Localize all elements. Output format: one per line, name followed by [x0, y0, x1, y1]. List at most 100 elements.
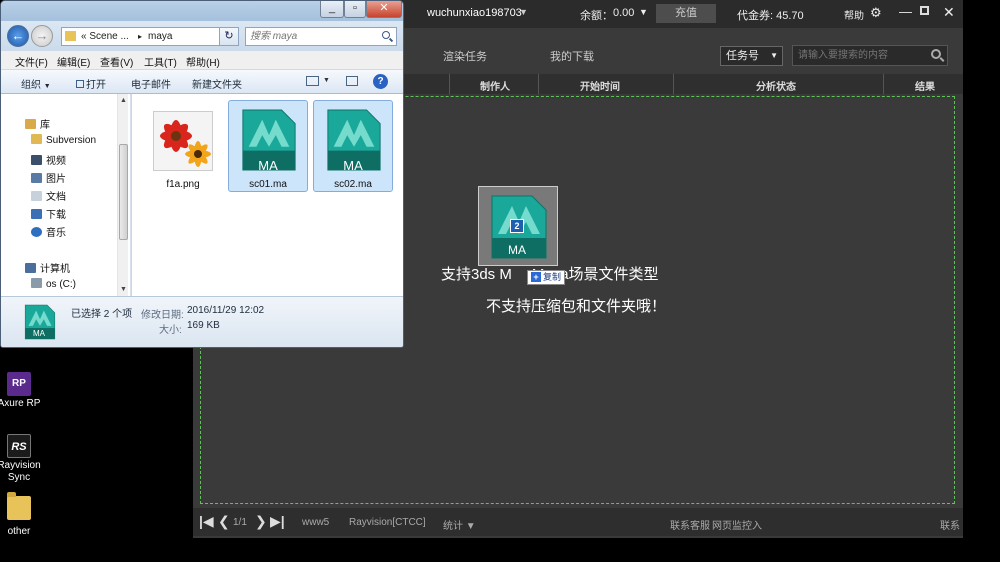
breadcrumb-current[interactable]: maya: [148, 28, 172, 45]
nav-scrollbar[interactable]: ▲ ▼: [117, 94, 128, 296]
explorer-nav-pane: 库 Subversion 视频 图片 文档 下载 音乐 计算机 os (C:) …: [1, 94, 131, 296]
refresh-icon[interactable]: ↻: [219, 27, 239, 46]
nav-item-library[interactable]: 库: [25, 116, 50, 131]
tab-my-downloads[interactable]: 我的下载: [550, 48, 594, 64]
nav-label: os (C:): [46, 279, 76, 290]
maximize-button[interactable]: ▫: [344, 1, 366, 18]
explorer-menu-bar: 文件(F) 编辑(E) 查看(V) 工具(T) 帮助(H): [1, 51, 403, 70]
username[interactable]: wuchunxiao198703: [427, 7, 522, 19]
file-item-sc02-ma[interactable]: MA sc02.ma: [313, 100, 393, 192]
scroll-thumb[interactable]: [119, 144, 128, 240]
column-divider: [673, 74, 674, 94]
contact-service-link[interactable]: 联系客服: [670, 517, 710, 532]
first-page-icon[interactable]: |◀: [199, 513, 214, 530]
back-icon[interactable]: ←: [7, 25, 29, 47]
explorer-address-bar: ← → « Scene ... ▸ maya ▼ ↻: [1, 21, 403, 51]
column-analysis-status[interactable]: 分析状态: [756, 78, 796, 93]
menu-view[interactable]: 查看(V): [100, 54, 133, 69]
picture-icon: [31, 173, 42, 183]
filter-select[interactable]: 任务号 ▼: [720, 46, 783, 66]
desktop-icon-other[interactable]: other: [0, 492, 42, 538]
column-producer[interactable]: 制作人: [480, 78, 510, 93]
page-indicator: 1/1: [233, 517, 247, 528]
nav-label: 计算机: [40, 264, 70, 275]
desktop-icon-label: other: [7, 526, 31, 537]
chevron-down-icon[interactable]: ▼: [639, 7, 648, 17]
file-item-f1a-png[interactable]: f1a.png: [143, 100, 223, 192]
minimize-button[interactable]: _: [320, 1, 344, 18]
column-divider: [883, 74, 884, 94]
help-link[interactable]: 帮助: [844, 7, 864, 22]
column-start-time[interactable]: 开始时间: [580, 78, 620, 93]
view-options-icon[interactable]: [306, 76, 319, 86]
nav-label: 视频: [46, 156, 66, 167]
web-monitor-link[interactable]: 网页监控入: [712, 517, 762, 532]
drop-hint-line2: 不支持压缩包和文件夹哦！: [486, 298, 667, 315]
stats-menu[interactable]: 统计 ▼: [443, 517, 476, 532]
nav-item-documents[interactable]: 文档: [31, 188, 66, 203]
search-icon[interactable]: [931, 49, 941, 59]
explorer-search[interactable]: [245, 27, 397, 46]
tab-render-tasks[interactable]: 渲染任务: [443, 48, 487, 64]
new-folder-button[interactable]: 新建文件夹: [192, 76, 242, 91]
copy-tooltip: + 复制: [527, 270, 566, 285]
maximize-icon[interactable]: [920, 6, 929, 15]
breadcrumb-parent[interactable]: « Scene ...: [81, 28, 129, 45]
column-result[interactable]: 结果: [915, 78, 935, 93]
chevron-down-icon[interactable]: ▼: [323, 77, 330, 84]
computer-icon: [25, 263, 36, 273]
open-label: 打开: [86, 80, 106, 91]
nav-item-pictures[interactable]: 图片: [31, 170, 66, 185]
organize-button[interactable]: 组织 ▼: [21, 76, 51, 91]
scroll-up-icon[interactable]: ▲: [120, 97, 127, 104]
nav-item-subversion[interactable]: Subversion: [31, 134, 96, 146]
desktop-icon-axure[interactable]: RP Axure RP: [0, 372, 42, 410]
menu-edit[interactable]: 编辑(E): [57, 54, 90, 69]
nav-item-downloads[interactable]: 下载: [31, 206, 66, 221]
minimize-icon[interactable]: —: [899, 4, 912, 19]
gear-icon[interactable]: ⚙: [870, 5, 882, 21]
chevron-down-icon[interactable]: ▼: [519, 7, 528, 17]
menu-help[interactable]: 帮助(H): [186, 54, 220, 69]
server-name: www5: [302, 517, 330, 528]
document-icon: [31, 191, 42, 201]
file-name: sc02.ma: [334, 179, 372, 190]
explorer-toolbar: 组织 ▼ 打开 电子邮件 新建文件夹 ▼ ?: [1, 70, 403, 94]
drag-file-label: MA: [508, 243, 526, 257]
close-icon[interactable]: ✕: [943, 4, 955, 21]
nav-label: 图片: [46, 174, 66, 185]
explorer-search-input[interactable]: [250, 29, 370, 44]
file-item-sc01-ma[interactable]: MA sc01.ma: [228, 100, 308, 192]
copy-tooltip-label: 复制: [543, 272, 562, 282]
nav-item-video[interactable]: 视频: [31, 152, 66, 167]
menu-tools[interactable]: 工具(T): [144, 54, 177, 69]
library-icon: [25, 119, 36, 129]
scroll-down-icon[interactable]: ▼: [120, 286, 127, 293]
flower-image-icon: [154, 112, 212, 170]
open-button[interactable]: 打开: [76, 76, 106, 91]
chevron-down-icon: ▼: [43, 83, 51, 90]
forward-icon[interactable]: →: [31, 25, 53, 47]
next-page-icon[interactable]: ❯: [255, 513, 267, 530]
prev-page-icon[interactable]: ❮: [218, 513, 230, 530]
explorer-details-pane: MA 已选择 2 个项 修改日期: 2016/11/29 12:02 大小: 1…: [1, 296, 403, 347]
preview-pane-icon[interactable]: [346, 76, 358, 86]
email-button[interactable]: 电子邮件: [131, 76, 171, 91]
nav-item-music[interactable]: 音乐: [31, 224, 66, 239]
menu-file[interactable]: 文件(F): [15, 54, 48, 69]
nav-item-computer[interactable]: 计算机: [25, 260, 70, 275]
task-search-input[interactable]: [798, 48, 926, 63]
task-search[interactable]: [792, 45, 948, 66]
search-icon[interactable]: [382, 31, 390, 39]
help-icon[interactable]: ?: [373, 74, 388, 89]
last-page-icon[interactable]: ▶|: [270, 513, 285, 530]
close-button[interactable]: ✕: [366, 1, 402, 18]
coupon-balance: 代金券: 45.70: [737, 10, 804, 22]
recharge-button[interactable]: 充值: [656, 4, 716, 23]
address-box[interactable]: « Scene ... ▸ maya ▼: [61, 27, 239, 46]
contact-link[interactable]: 联系: [940, 517, 960, 532]
desktop-icon-rayvision-sync[interactable]: RS Rayvision Sync: [0, 434, 42, 484]
nav-label: 下载: [46, 210, 66, 221]
organize-label: 组织: [21, 80, 41, 91]
nav-item-drive-c[interactable]: os (C:): [31, 278, 76, 290]
